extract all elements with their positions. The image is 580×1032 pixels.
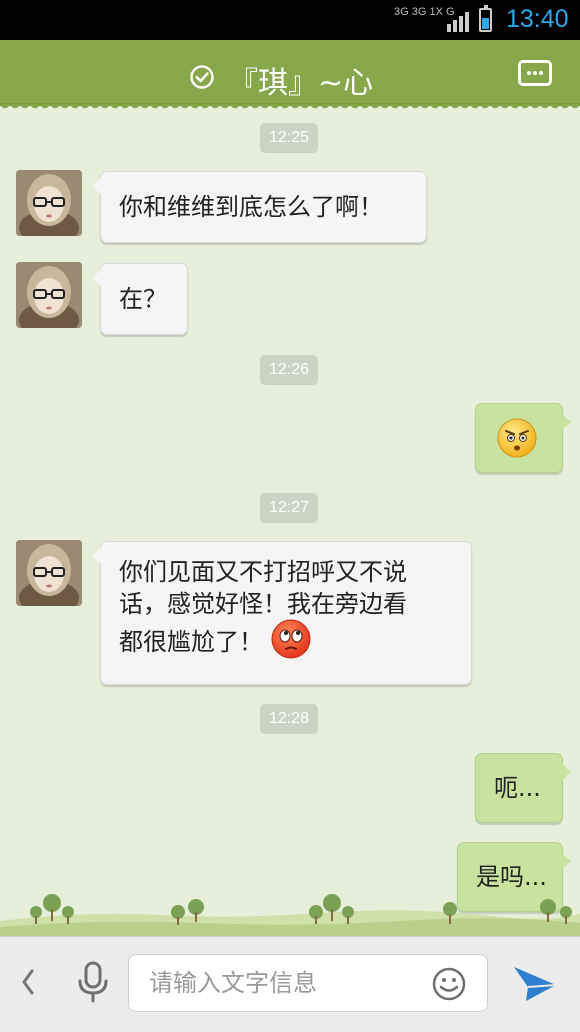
input-placeholder: 请输入文字信息 [149,969,317,997]
message-line: 你们见面又不打招呼又不说 [119,558,407,586]
outgoing-message-bubble[interactable]: 呃... [475,753,571,823]
message-text: 呃... [494,774,541,802]
annoyed-face-emoji [497,418,537,458]
battery-icon [479,5,492,32]
send-icon[interactable] [512,963,558,1005]
menu-dot-icon [533,71,537,75]
landscape-decoration [0,894,580,936]
timestamp: 12:27 [260,493,319,523]
message-line: 话，感觉好怪！我在旁边看 [119,590,407,618]
message-line: 都很尴尬了！ [119,628,263,656]
message-text: 你和维维到底怎么了啊！ [119,193,383,221]
chat-header: 『琪』~心 [0,40,580,112]
check-circle-icon [190,65,214,89]
contact-avatar[interactable] [16,262,82,328]
message-input-bar: 请输入文字信息 [0,936,580,1032]
girl-portrait-icon [16,262,82,328]
message-last-line: 都很尴尬了！ [119,619,471,659]
timestamp: 12:26 [260,355,319,385]
signal-icon [447,12,469,32]
status-bar: 3G 3G 1X G 13:40 [0,0,580,40]
status-time: 13:40 [506,5,569,33]
incoming-message-bubble[interactable]: 你和维维到底怎么了啊！ [92,171,427,243]
menu-dot-icon [527,71,531,75]
incoming-message-bubble[interactable]: 你们见面又不打招呼又不说 话，感觉好怪！我在旁边看 都很尴尬了！ [92,541,472,685]
contact-avatar[interactable] [16,540,82,606]
outgoing-message-bubble[interactable] [475,403,571,473]
message-text: 在？ [119,285,167,313]
chat-title: 『琪』~心 [228,66,374,101]
timestamp: 12:25 [260,123,319,153]
girl-portrait-icon [16,170,82,236]
girl-portrait-icon [16,540,82,606]
smiley-icon[interactable] [432,967,466,1001]
chat-menu-button[interactable] [518,60,552,86]
rolling-eyes-face-emoji [271,619,311,659]
timestamp: 12:28 [260,704,319,734]
chat-area[interactable]: 12:25 你和维维到底怎么了啊！ 在？ 12:26 12:27 你们见面又不打… [0,106,580,936]
contact-avatar[interactable] [16,170,82,236]
incoming-message-bubble[interactable]: 在？ [92,263,188,335]
microphone-icon[interactable] [76,961,110,1003]
menu-dot-icon [539,71,543,75]
chevron-left-icon[interactable] [18,965,38,999]
